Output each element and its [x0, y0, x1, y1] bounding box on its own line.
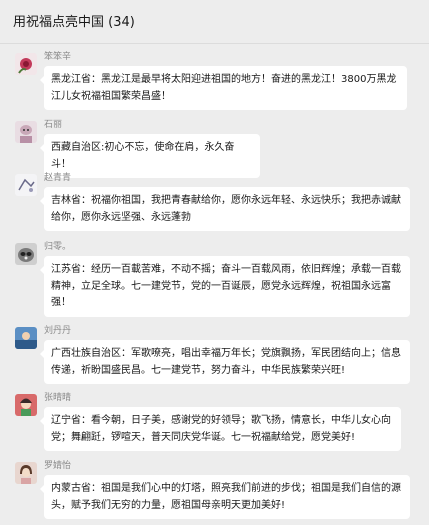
sender-name: 石丽	[44, 120, 63, 130]
sketch-avatar-icon[interactable]	[15, 174, 37, 196]
raccoon-avatar-icon[interactable]	[15, 243, 37, 265]
message-bubble[interactable]: 黑龙江省：黑龙江是最早将太阳迎进祖国的地方！奋进的黑龙江！3800万黑龙江儿女祝…	[40, 66, 407, 110]
message-bubble[interactable]: 江苏省：经历一百載苦难，不动不摇；奋斗一百载风雨，依旧辉煌；承载一百载精神，立足…	[40, 256, 410, 317]
sender-name: 笨笨辛	[44, 52, 72, 62]
sender-name: 罗婧怡	[44, 461, 72, 471]
sender-name: 张晴晴	[44, 393, 72, 403]
message-bubble[interactable]: 广西壮族自治区：军歌嘹亮，唱出幸福万年长；党旗飘扬，军民团结向上；信息传递，祈盼…	[40, 340, 410, 384]
flower-avatar-icon[interactable]	[15, 53, 37, 75]
message-bubble[interactable]: 西藏自治区:初心不忘，使命在肩，永久奋斗！	[40, 134, 260, 178]
girl-avatar-icon[interactable]	[15, 462, 37, 484]
sender-name: 赵青青	[44, 173, 72, 183]
anime-avatar-icon[interactable]	[15, 394, 37, 416]
sender-name: 刘丹丹	[44, 326, 72, 336]
photo-avatar-icon[interactable]	[15, 327, 37, 349]
message-bubble[interactable]: 内蒙古省：祖国是我们心中的灯塔，照亮我们前进的步伐；祖国是我们自信的源头，赋予我…	[40, 475, 410, 519]
message-bubble[interactable]: 吉林省：祝福你祖国，我把青春献给你，愿你永远年轻、永远快乐；我把赤诚献给你，愿你…	[40, 187, 410, 231]
message-bubble[interactable]: 辽宁省：看今朝，日子美，感谢党的好领导；歌飞扬，情意长，中华儿女心向党；舞翩跹，…	[40, 407, 401, 451]
chat-header: 用祝福点亮中国 (34)	[0, 0, 429, 44]
sender-name: 归零。	[44, 242, 72, 252]
message-list[interactable]: 笨笨辛 黑龙江省：黑龙江是最早将太阳迎进祖国的地方！奋进的黑龙江！3800万黑龙…	[0, 44, 429, 525]
group-chat-title[interactable]: 用祝福点亮中国 (34)	[13, 15, 135, 31]
cartoon-avatar-icon[interactable]	[15, 121, 37, 143]
